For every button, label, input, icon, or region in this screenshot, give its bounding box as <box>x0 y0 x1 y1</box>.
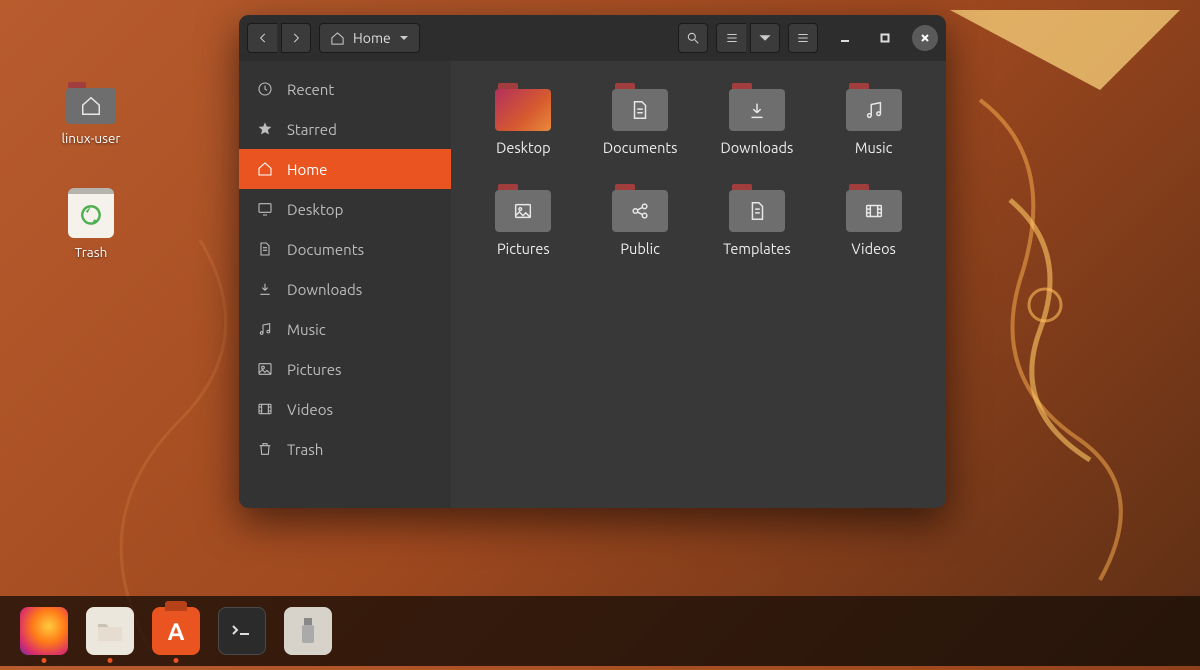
star-icon <box>257 121 273 137</box>
folder-icon <box>495 184 551 232</box>
folder-icon <box>729 184 785 232</box>
sidebar-item-downloads[interactable]: Downloads <box>239 269 451 309</box>
running-indicator <box>174 658 179 663</box>
sidebar-item-label: Desktop <box>287 201 343 218</box>
file-manager-window: Home Recent Starred Home <box>239 15 946 508</box>
dock: A <box>0 596 1200 666</box>
sidebar-item-label: Recent <box>287 81 334 98</box>
folder-documents[interactable]: Documents <box>592 83 689 156</box>
desktop-icon-label: linux-user <box>61 130 120 146</box>
folder-label: Music <box>855 139 892 156</box>
folder-label: Templates <box>723 240 791 257</box>
folder-pictures[interactable]: Pictures <box>475 184 572 257</box>
trash-icon <box>68 188 114 238</box>
maximize-button[interactable] <box>872 25 898 51</box>
close-button[interactable] <box>912 25 938 51</box>
terminal-icon <box>229 621 255 641</box>
usb-icon <box>299 616 317 646</box>
sidebar: Recent Starred Home Desktop Documents Do… <box>239 61 451 508</box>
sidebar-item-label: Music <box>287 321 326 338</box>
folder-videos[interactable]: Videos <box>825 184 922 257</box>
view-list-button[interactable] <box>716 23 746 53</box>
sidebar-item-starred[interactable]: Starred <box>239 109 451 149</box>
music-icon <box>257 321 273 337</box>
dock-software[interactable]: A <box>152 607 200 655</box>
home-icon <box>330 31 345 46</box>
desktop-icon-label: Trash <box>75 244 108 260</box>
desktop-icon-linux-user[interactable]: linux-user <box>52 82 130 146</box>
desktop-icons: linux-user Trash <box>52 82 130 260</box>
folder-desktop[interactable]: Desktop <box>475 83 572 156</box>
nav-back-button[interactable] <box>247 23 277 53</box>
sidebar-item-trash[interactable]: Trash <box>239 429 451 469</box>
titlebar[interactable]: Home <box>239 15 946 61</box>
sidebar-item-pictures[interactable]: Pictures <box>239 349 451 389</box>
folder-icon <box>729 83 785 131</box>
sidebar-item-label: Pictures <box>287 361 342 378</box>
video-icon <box>257 401 273 417</box>
sidebar-item-recent[interactable]: Recent <box>239 69 451 109</box>
trash-icon <box>257 441 273 457</box>
download-icon <box>257 281 273 297</box>
minimize-button[interactable] <box>832 25 858 51</box>
folder-public[interactable]: Public <box>592 184 689 257</box>
nav-forward-button[interactable] <box>281 23 311 53</box>
folder-icon <box>612 83 668 131</box>
breadcrumb-label: Home <box>353 30 391 46</box>
dock-terminal[interactable] <box>218 607 266 655</box>
sidebar-item-label: Starred <box>287 121 337 138</box>
desktop-icon <box>257 201 273 217</box>
sidebar-item-home[interactable]: Home <box>239 149 451 189</box>
desktop-icon-trash[interactable]: Trash <box>52 188 130 260</box>
folder-downloads[interactable]: Downloads <box>709 83 806 156</box>
dock-usb[interactable] <box>284 607 332 655</box>
caret-down-icon <box>399 33 409 43</box>
sidebar-item-label: Documents <box>287 241 364 258</box>
folder-templates[interactable]: Templates <box>709 184 806 257</box>
folder-label: Desktop <box>496 139 550 156</box>
home-icon <box>257 161 273 177</box>
sidebar-item-music[interactable]: Music <box>239 309 451 349</box>
software-glyph: A <box>168 618 185 645</box>
folder-icon <box>612 184 668 232</box>
document-icon <box>257 241 273 257</box>
folder-label: Pictures <box>497 240 550 257</box>
dock-files[interactable] <box>86 607 134 655</box>
content-area[interactable]: Desktop Documents Downloads Music Pictur… <box>451 61 946 508</box>
dock-firefox[interactable] <box>20 607 68 655</box>
sidebar-item-label: Trash <box>287 441 323 458</box>
search-button[interactable] <box>678 23 708 53</box>
clock-icon <box>257 81 273 97</box>
view-options-button[interactable] <box>750 23 780 53</box>
running-indicator <box>42 658 47 663</box>
home-folder-icon <box>66 82 116 124</box>
sidebar-item-documents[interactable]: Documents <box>239 229 451 269</box>
folder-label: Documents <box>603 139 678 156</box>
sidebar-item-videos[interactable]: Videos <box>239 389 451 429</box>
folder-label: Downloads <box>721 139 794 156</box>
sidebar-item-label: Videos <box>287 401 333 418</box>
sidebar-item-label: Home <box>287 161 327 178</box>
folder-music[interactable]: Music <box>825 83 922 156</box>
picture-icon <box>257 361 273 377</box>
folder-label: Public <box>620 240 660 257</box>
sidebar-item-desktop[interactable]: Desktop <box>239 189 451 229</box>
files-icon <box>95 617 125 645</box>
folder-icon <box>846 83 902 131</box>
sidebar-item-label: Downloads <box>287 281 362 298</box>
path-bar[interactable]: Home <box>319 23 420 53</box>
running-indicator <box>108 658 113 663</box>
folder-icon <box>495 83 551 131</box>
folder-label: Videos <box>851 240 895 257</box>
folder-icon <box>846 184 902 232</box>
menu-button[interactable] <box>788 23 818 53</box>
